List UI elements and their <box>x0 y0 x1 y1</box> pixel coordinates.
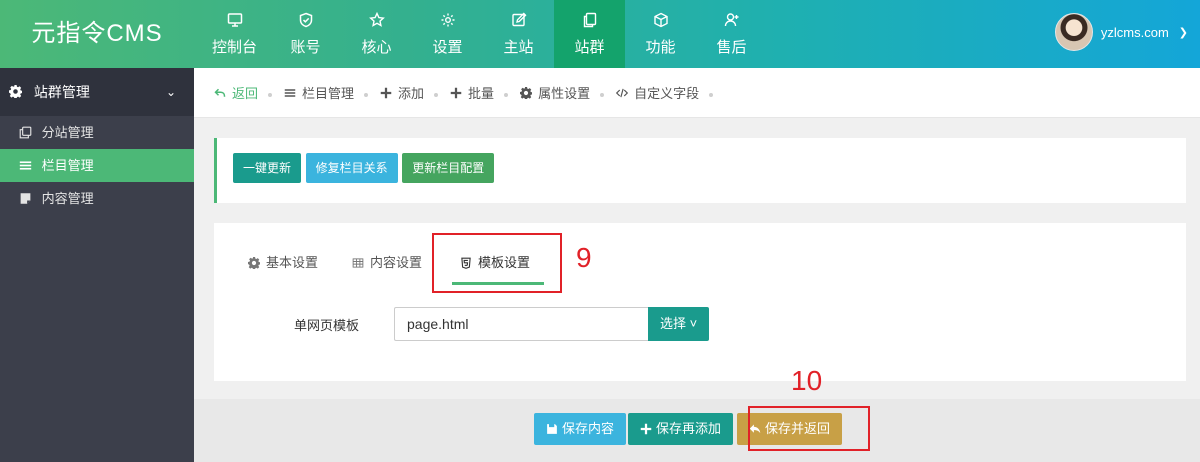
file-icon <box>20 193 31 204</box>
divider-dot <box>434 92 439 97</box>
template-input[interactable] <box>394 307 648 341</box>
nav-item-functions[interactable]: 功能 <box>625 0 696 68</box>
list-icon <box>19 161 32 170</box>
nav-item-main-site[interactable]: 主站 <box>483 0 554 68</box>
avatar[interactable] <box>1054 13 1093 51</box>
chevron-right-icon: ❯ <box>1178 26 1188 39</box>
update-actions-card: 一键更新 修复栏目关系 更新栏目配置 <box>214 138 1186 203</box>
star-icon <box>341 11 412 30</box>
list-icon <box>284 88 296 97</box>
sidebar-item-label: 内容管理 <box>41 191 94 206</box>
nav-item-dashboard[interactable]: 控制台 <box>199 0 270 68</box>
select-template-button[interactable]: 选择 ˅ <box>648 307 710 341</box>
update-config-button[interactable]: 更新栏目配置 <box>402 153 495 183</box>
save-icon <box>547 424 557 434</box>
tab-basic-settings[interactable]: 基本设置 <box>248 243 352 293</box>
nav-item-after-sales[interactable]: 售后 <box>696 0 767 68</box>
plus-icon <box>640 423 652 435</box>
sidebar: 站群管理 ⌄ 分站管理 栏目管理 内容管理 <box>0 68 194 462</box>
column-manage-link[interactable]: 栏目管理 <box>284 83 354 102</box>
gear-icon <box>9 85 23 99</box>
nav-label: 账号 <box>290 39 321 56</box>
nav-label: 核心 <box>361 39 392 56</box>
step-annotation-10: 10 <box>791 365 823 396</box>
sidebar-item-label: 分站管理 <box>41 125 94 140</box>
attribute-settings-link[interactable]: 属性设置 <box>520 83 590 102</box>
gear-icon <box>520 86 533 99</box>
nav-label: 功能 <box>645 39 676 56</box>
nav-label: 控制台 <box>211 39 257 56</box>
crumb-label: 栏目管理 <box>302 86 355 101</box>
form-footer: 保存内容 保存再添加 保存并返回 <box>194 399 1200 462</box>
logo[interactable]: 元指令CMS <box>0 0 194 68</box>
nav-item-site-group[interactable]: 站群 <box>554 0 625 68</box>
sidebar-item-content[interactable]: 内容管理 <box>0 182 194 215</box>
crumb-label: 添加 <box>398 86 425 101</box>
sidebar-heading[interactable]: 站群管理 ⌄ <box>0 68 194 116</box>
gear-icon <box>412 12 483 30</box>
tab-label: 基本设置 <box>266 255 319 270</box>
divider-dot <box>709 92 714 97</box>
crumb-label: 属性设置 <box>538 86 591 101</box>
nav-item-settings[interactable]: 设置 <box>412 0 483 68</box>
divider-dot <box>600 92 605 97</box>
user-name: yzlcms.com <box>1100 24 1169 40</box>
copy-icon <box>554 12 625 30</box>
one-click-update-button[interactable]: 一键更新 <box>233 153 302 183</box>
highlight-box-template-tab <box>432 233 562 293</box>
monitor-icon <box>199 12 270 30</box>
single-page-template-label: 单网页模板 <box>294 317 360 333</box>
chevron-down-icon: ⌄ <box>165 85 176 99</box>
save-content-button[interactable]: 保存内容 <box>534 413 627 445</box>
cube-icon <box>625 12 696 30</box>
save-and-add-button[interactable]: 保存再添加 <box>628 413 734 445</box>
back-icon <box>214 88 226 97</box>
repair-relation-button[interactable]: 修复栏目关系 <box>305 153 398 183</box>
gear-icon <box>248 257 260 269</box>
copy-icon <box>19 126 32 139</box>
nav-label: 设置 <box>432 39 463 56</box>
save-content-label: 保存内容 <box>562 421 615 436</box>
add-link[interactable]: 添加 <box>380 83 424 102</box>
highlight-box-save-return <box>748 406 870 451</box>
top-nav: 控制台 账号 核心 设置 主站 站群 功能 售后 <box>199 0 767 68</box>
plus-icon <box>380 87 392 98</box>
table-icon <box>352 258 364 268</box>
settings-card: 基本设置 内容设置 模板设置 单网页模板 选择 ˅ <box>214 223 1186 381</box>
divider-dot <box>268 92 273 97</box>
sidebar-item-columns[interactable]: 栏目管理 <box>0 149 194 182</box>
chevron-down-icon: ˅ <box>689 316 698 331</box>
user-menu[interactable]: yzlcms.com ❯ <box>1054 10 1188 54</box>
nav-label: 主站 <box>503 39 534 56</box>
step-annotation-9: 9 <box>576 242 592 273</box>
tab-content-settings[interactable]: 内容设置 <box>352 243 444 293</box>
back-link[interactable]: 返回 <box>214 83 258 102</box>
batch-link[interactable]: 批量 <box>450 83 494 102</box>
template-form-row: 单网页模板 选择 ˅ <box>294 307 710 341</box>
sidebar-item-substation[interactable]: 分站管理 <box>0 116 194 149</box>
custom-fields-link[interactable]: 自定义字段 <box>616 83 699 102</box>
tab-label: 内容设置 <box>370 255 423 270</box>
breadcrumb: 返回 栏目管理 添加 批量 属性设置 自定义字段 <box>194 68 1200 118</box>
crumb-label: 自定义字段 <box>634 86 700 101</box>
edit-icon <box>483 12 554 30</box>
nav-item-account[interactable]: 账号 <box>270 0 341 68</box>
save-and-add-label: 保存再添加 <box>656 421 722 436</box>
code-icon <box>616 88 629 97</box>
top-header: 元指令CMS 控制台 账号 核心 设置 主站 站群 功能 售后 yzlcms.c… <box>0 0 1200 68</box>
nav-label: 售后 <box>716 39 747 56</box>
user-plus-icon <box>696 12 767 30</box>
select-label: 选择 <box>660 316 687 331</box>
divider-dot <box>504 92 509 97</box>
sidebar-item-label: 栏目管理 <box>41 158 94 173</box>
divider-dot <box>364 92 369 97</box>
nav-item-core[interactable]: 核心 <box>341 0 412 68</box>
sidebar-heading-label: 站群管理 <box>33 84 90 100</box>
plus-icon <box>450 87 462 98</box>
nav-label: 站群 <box>574 39 605 56</box>
crumb-label: 返回 <box>232 86 259 101</box>
shield-icon <box>270 12 341 30</box>
crumb-label: 批量 <box>468 86 495 101</box>
